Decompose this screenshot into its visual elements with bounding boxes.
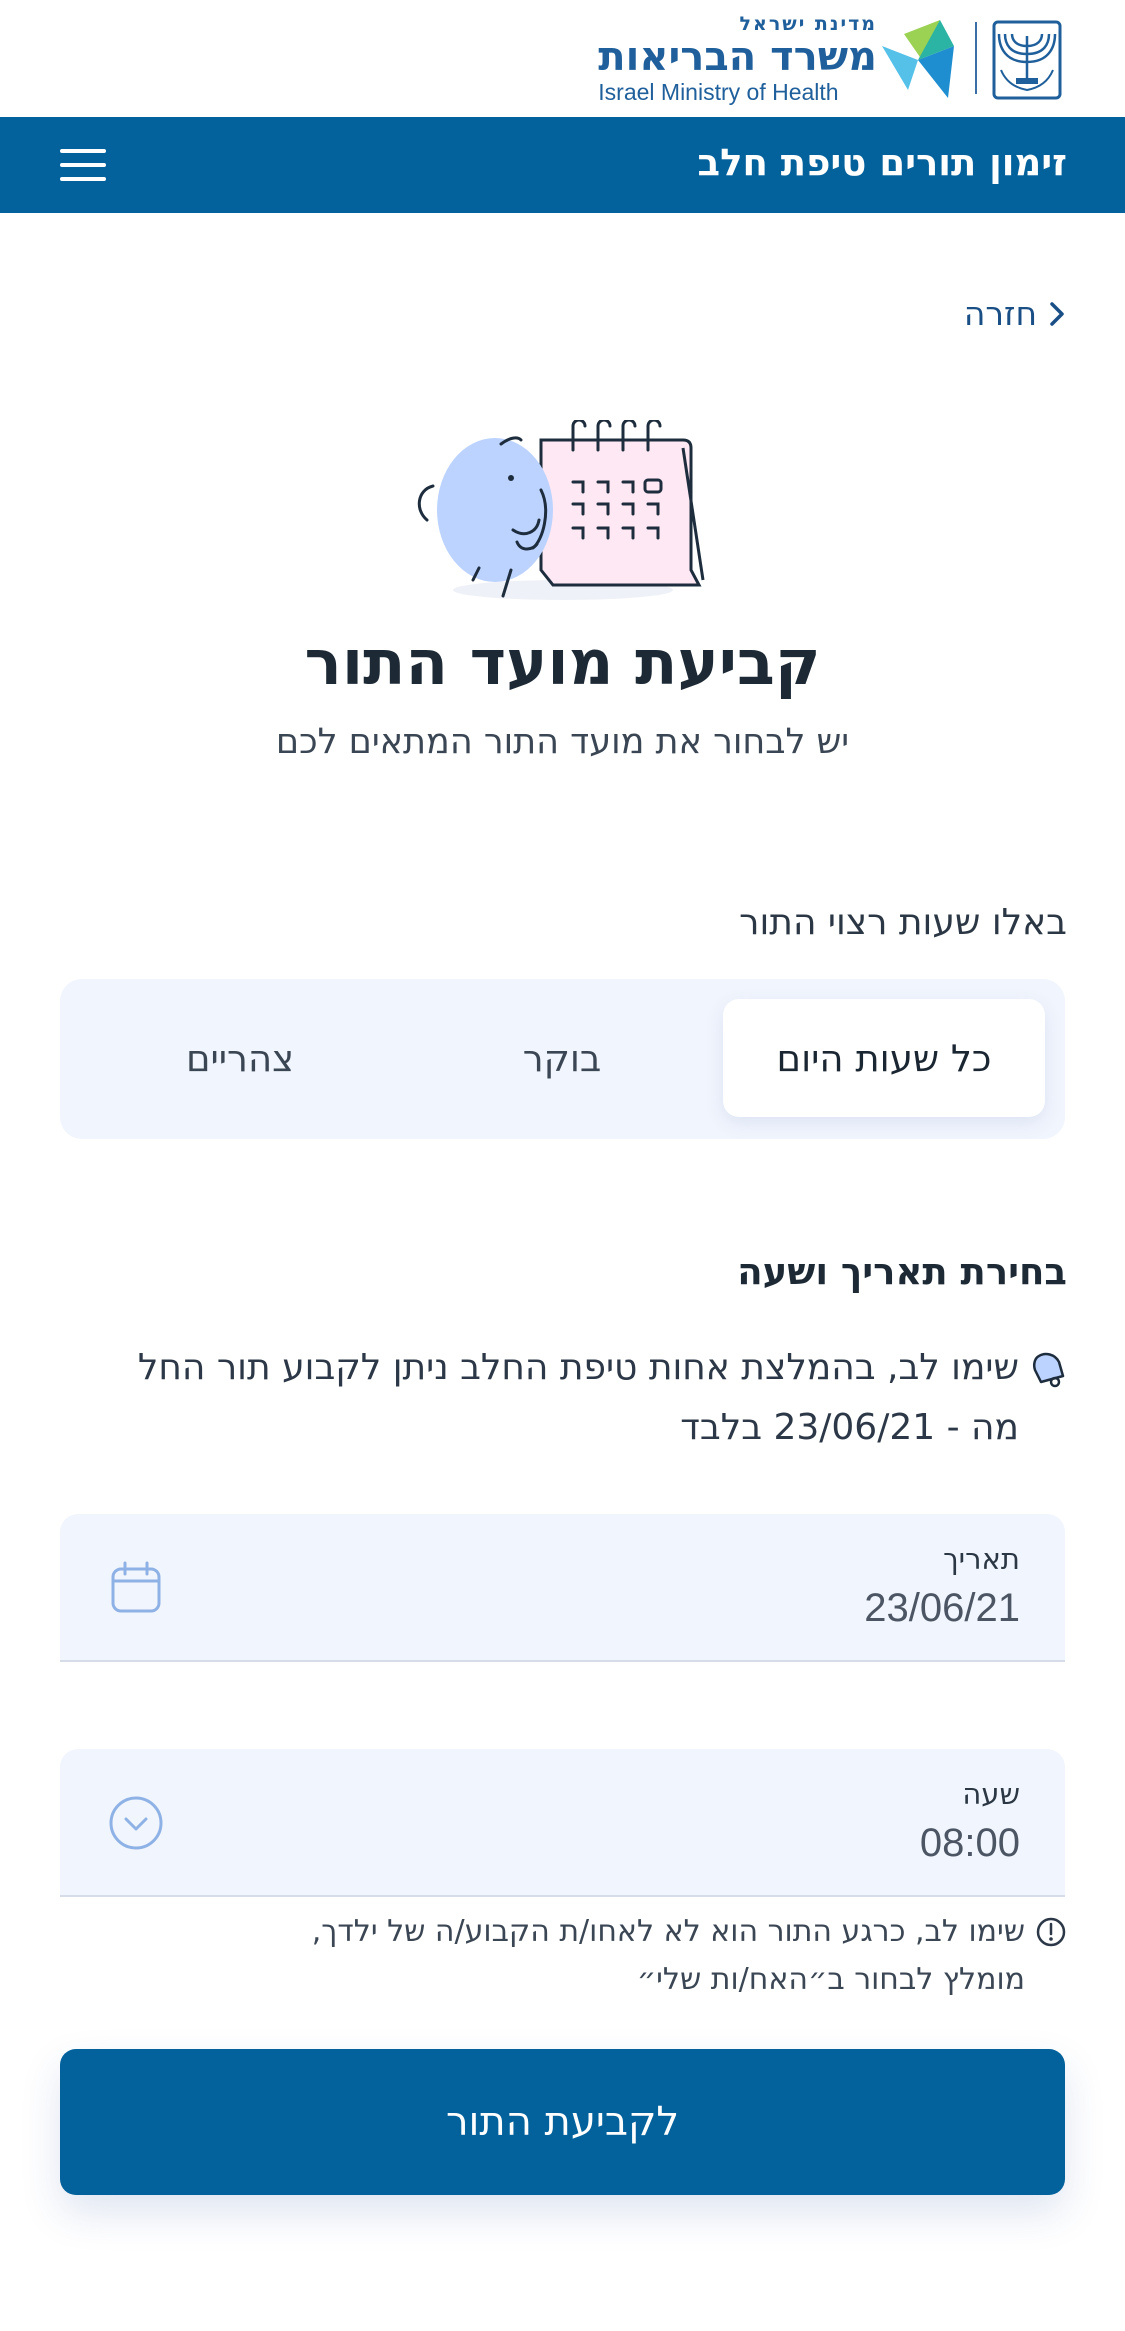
logo-ministry-name: משרד הבריאות [598,34,877,80]
ministry-bird-logo-icon [882,20,954,98]
hours-segmented-control: כל שעות היום בוקר צהריים [60,979,1065,1139]
nurse-recommendation-notice: שימו לב, בהמלצת אחות טיפת החלב ניתן לקבו… [57,1338,1067,1458]
time-field-label: שעה [962,1777,1020,1811]
time-field-value: 08:00 [919,1821,1020,1865]
egg-and-calendar-illustration [417,420,705,600]
chevron-down-circle-icon [109,1796,163,1850]
hours-preference-label: באלו שעות רצוי התור [739,902,1067,943]
hamburger-menu-icon[interactable] [56,145,110,185]
hint-line-1: שימו לב, כרגע התור הוא לא לאחו/ת הקבוע/ה… [311,1914,1025,1949]
date-time-heading: בחירת תאריך ושעה [737,1250,1067,1293]
date-field-label: תאריך [943,1542,1020,1576]
hint-line-2: מומלץ לבחור ב״האח/ות שלי״ [636,1962,1025,1997]
notice-text: שימו לב, בהמלצת אחות טיפת החלב ניתן לקבו… [138,1338,1019,1458]
nurse-hint: שימו לב, כרגע התור הוא לא לאחו/ת הקבוע/ה… [67,1908,1067,2004]
notice-line-1: שימו לב, בהמלצת אחות טיפת החלב ניתן לקבו… [137,1347,1019,1388]
logo-ministry-name-en: Israel Ministry of Health [598,79,839,105]
app-header: זימון תורים טיפת חלב [0,117,1125,213]
back-link-label: חזרה [963,294,1037,333]
date-field[interactable]: תאריך 23/06/21 [60,1514,1065,1662]
time-field[interactable]: שעה 08:00 [60,1749,1065,1897]
page-header-title: זימון תורים טיפת חלב [697,141,1067,184]
appointment-page: מדינת ישראל משרד הבריאות Israel Ministry… [0,0,1125,2331]
chevron-right-icon [1050,301,1064,326]
info-circle-icon [1036,1917,1066,1947]
set-appointment-button[interactable]: לקביעת התור [60,2049,1065,2195]
hours-option-afternoon[interactable]: צהריים [79,999,401,1117]
hours-option-all-day[interactable]: כל שעות היום [723,999,1045,1117]
logo-bar: מדינת ישראל משרד הבריאות Israel Ministry… [0,0,1125,117]
date-field-value: 23/06/21 [864,1586,1020,1630]
back-link[interactable]: חזרה [964,294,1067,333]
page-title: קביעת מועד התור [304,626,821,699]
logo-divider [975,22,977,94]
logo-state-name: מדינת ישראל [739,13,877,35]
notice-line-2: מה - 23/06/21 בלבד [680,1407,1019,1448]
ministry-logo-text: מדינת ישראל משרד הבריאות Israel Ministry… [598,12,877,106]
page-subtitle: יש לבחור את מועד התור המתאים לכם [275,722,850,762]
menorah-emblem-icon [992,20,1062,100]
calendar-icon [111,1561,161,1613]
bell-icon [1032,1352,1065,1388]
hours-option-morning[interactable]: בוקר [401,999,723,1117]
hint-text: שימו לב, כרגע התור הוא לא לאחו/ת הקבוע/ה… [312,1908,1025,2004]
